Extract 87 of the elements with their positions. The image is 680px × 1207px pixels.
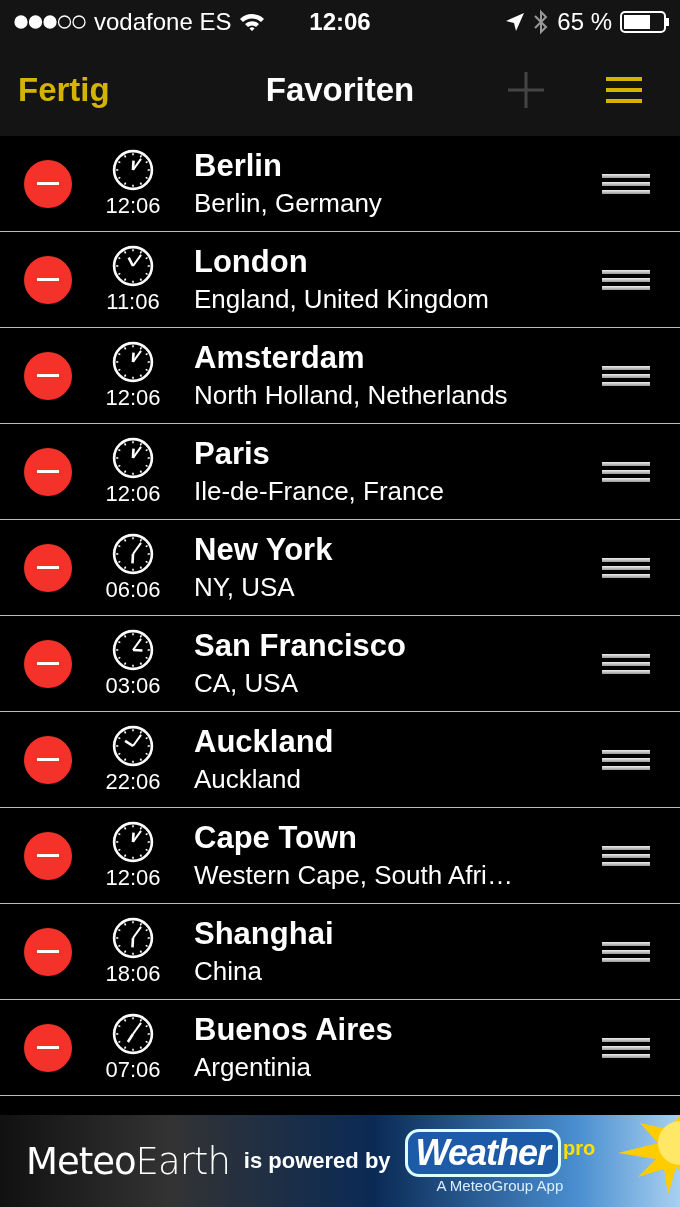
clock-icon (112, 1012, 154, 1055)
city-region: Argentinia (194, 1052, 313, 1083)
minus-icon (37, 373, 59, 378)
local-time: 22:06 (105, 768, 161, 795)
local-time: 11:06 (106, 288, 160, 315)
minus-icon (37, 757, 59, 762)
delete-button[interactable] (24, 255, 72, 304)
reorder-handle[interactable] (602, 653, 650, 674)
city-name: New York (194, 532, 334, 568)
ad-banner[interactable]: MeteoEarth is powered by Weather pro A MeteoGroup App (0, 1115, 680, 1207)
done-button[interactable]: Fertig (18, 71, 110, 109)
battery-icon (620, 11, 670, 33)
delete-button[interactable] (24, 447, 72, 496)
clock-icon (112, 436, 154, 479)
city-name: San Francisco (194, 628, 407, 664)
minus-icon (37, 949, 59, 954)
minus-icon (37, 661, 59, 666)
screen-title: Favoriten (265, 71, 415, 109)
city-name: Amsterdam (194, 340, 366, 376)
brand-tagline: A MeteoGroup App (436, 1176, 564, 1194)
city-region: China (194, 956, 263, 987)
clock-icon (112, 340, 154, 383)
city-region: England, United Kingdom (194, 284, 490, 315)
delete-button[interactable] (24, 831, 72, 880)
city-region: NY, USA (194, 572, 296, 603)
city-name: Buenos Aires (194, 1012, 394, 1048)
wifi-icon (239, 12, 266, 32)
city-name: Berlin (194, 148, 283, 184)
city-name: Auckland (194, 724, 335, 760)
reorder-handle[interactable] (602, 749, 650, 770)
app-name: MeteoEarth (26, 1139, 230, 1183)
bluetooth-icon (533, 9, 550, 35)
city-name: Paris (194, 436, 271, 472)
powered-by-text: is powered by (243, 1148, 391, 1174)
carrier-name: vodafone ES (94, 8, 232, 36)
delete-button[interactable] (24, 159, 72, 208)
minus-icon (37, 277, 59, 282)
minus-icon (37, 853, 59, 858)
brand-tag: pro (562, 1136, 596, 1160)
reorder-handle[interactable] (602, 845, 650, 866)
local-time: 12:06 (105, 384, 161, 411)
local-time: 03:06 (105, 672, 161, 699)
delete-button[interactable] (24, 639, 72, 688)
minus-icon (37, 181, 59, 186)
city-region: North Holland, Netherlands (194, 380, 509, 411)
local-time: 12:06 (105, 480, 161, 507)
minus-icon (37, 469, 59, 474)
reorder-handle[interactable] (602, 365, 650, 386)
menu-button[interactable] (606, 77, 642, 103)
clock-icon (112, 628, 154, 671)
clock-icon (112, 724, 154, 767)
city-region: CA, USA (194, 668, 300, 699)
city-region: Berlin, Germany (194, 188, 383, 219)
status-time: 12:06 (309, 8, 371, 36)
city-region: Ile-de-France, France (194, 476, 445, 507)
brand-logo-text: Weather (404, 1128, 561, 1177)
city-name: Cape Town (194, 820, 359, 856)
reorder-handle[interactable] (602, 1037, 650, 1058)
battery-percent: 65 % (557, 8, 612, 36)
city-name: Shanghai (194, 916, 335, 952)
reorder-handle[interactable] (602, 461, 650, 482)
city-name: London (194, 244, 309, 280)
delete-button[interactable] (24, 927, 72, 976)
local-time: 12:06 (105, 864, 161, 891)
delete-button[interactable] (24, 735, 72, 784)
minus-icon (37, 565, 59, 570)
clock-icon (112, 532, 154, 575)
reorder-handle[interactable] (602, 557, 650, 578)
local-time: 07:06 (105, 1056, 161, 1083)
minus-icon (37, 1045, 59, 1050)
delete-button[interactable] (24, 1023, 72, 1072)
clock-icon (112, 820, 154, 863)
local-time: 12:06 (105, 192, 161, 219)
signal-icon (14, 15, 86, 29)
local-time: 18:06 (105, 960, 161, 987)
reorder-handle[interactable] (602, 173, 650, 194)
local-time: 06:06 (105, 576, 161, 603)
clock-icon (112, 916, 154, 959)
clock-icon (112, 148, 154, 191)
city-region: Auckland (194, 764, 302, 795)
location-arrow-icon (505, 12, 526, 32)
reorder-handle[interactable] (602, 941, 650, 962)
clock-icon (112, 244, 154, 287)
delete-button[interactable] (24, 351, 72, 400)
city-region: Western Cape, South Afri… (194, 860, 514, 891)
delete-button[interactable] (24, 543, 72, 592)
reorder-handle[interactable] (602, 269, 650, 290)
